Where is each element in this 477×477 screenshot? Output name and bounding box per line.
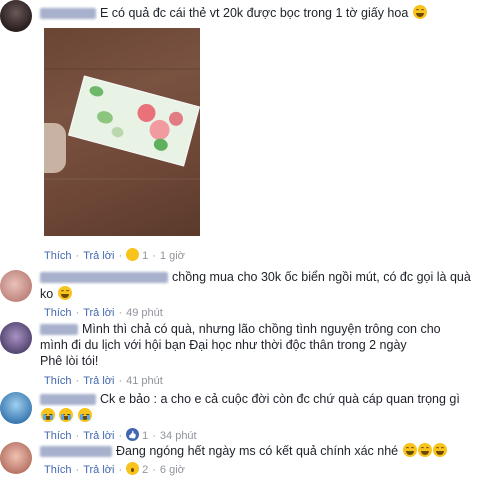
timestamp[interactable]: 34 phút: [160, 430, 197, 442]
comment-text: Đang ngóng hết ngày ms có kết quả chính …: [40, 443, 447, 459]
finger: [44, 123, 66, 173]
comment-text-line-3: Phê lòi tói!: [40, 354, 99, 368]
avatar[interactable]: [0, 392, 32, 424]
comment-actions: Thích·Trả lời·1·34 phút: [44, 428, 197, 443]
crying-laughing-emoji-icon: [59, 408, 74, 422]
like-link[interactable]: Thích: [44, 250, 72, 262]
commenter-name[interactable]: [40, 272, 168, 284]
reply-link[interactable]: Trả lời: [83, 464, 114, 476]
crying-laughing-emoji-icon: [41, 408, 55, 422]
reply-link[interactable]: Trả lời: [83, 375, 114, 387]
laughing-emoji-icon: [432, 443, 447, 457]
reply-link[interactable]: Trả lời: [83, 430, 114, 442]
comment-actions: Thích · Trả lời · 1 · 1 giờ: [44, 248, 185, 262]
reply-link[interactable]: Trả lời: [83, 250, 114, 262]
commenter-name[interactable]: [40, 446, 112, 458]
reaction-count[interactable]: 2: [142, 464, 148, 476]
laughing-emoji-icon: [417, 443, 432, 457]
laugh-reaction-icon[interactable]: [126, 248, 140, 261]
attached-photo[interactable]: [44, 28, 200, 236]
comment-text-line-2: ko: [40, 286, 72, 302]
like-link[interactable]: Thích: [44, 307, 72, 319]
reaction-count[interactable]: 1: [142, 250, 148, 262]
avatar[interactable]: [0, 322, 32, 354]
like-reaction-icon[interactable]: [126, 428, 140, 441]
comment-text-line-2: mình đi du lịch với hội bạn Đại học như …: [40, 338, 407, 352]
commenter-name[interactable]: [40, 324, 78, 336]
comment-text: E có quả đc cái thẻ vt 20k được bọc tron…: [40, 5, 427, 21]
comment-actions: Thích · Trả lời · 49 phút: [44, 307, 163, 319]
comment-text: Mình thì chả có quà, nhưng lão chồng tìn…: [40, 322, 441, 337]
like-link[interactable]: Thích: [44, 430, 72, 442]
crying-laughing-emoji-icon: [77, 408, 92, 422]
like-link[interactable]: Thích: [44, 464, 72, 476]
comment-actions: Thích · Trả lời · 2 · 6 giờ: [44, 462, 185, 476]
timestamp[interactable]: 49 phút: [126, 307, 163, 319]
laughing-emoji-icon: [412, 5, 427, 19]
like-link[interactable]: Thích: [44, 375, 72, 387]
commenter-name[interactable]: [40, 8, 96, 20]
wow-reaction-icon[interactable]: [126, 462, 140, 475]
avatar[interactable]: [0, 442, 32, 474]
timestamp[interactable]: 1 giờ: [160, 250, 185, 262]
avatar[interactable]: [0, 270, 32, 302]
gift-card: [68, 75, 200, 167]
reaction-count[interactable]: 1: [142, 430, 148, 442]
commenter-name[interactable]: [40, 394, 96, 406]
laughing-emoji-icon: [57, 286, 72, 300]
comment-text: Ck e bảo : a cho e cả cuộc đời còn đc ch…: [40, 392, 460, 407]
comment-text-line-2: [40, 408, 92, 424]
laughing-emoji-icon: [402, 443, 417, 457]
reply-link[interactable]: Trả lời: [83, 307, 114, 319]
avatar[interactable]: [0, 0, 32, 32]
comment-text: chồng mua cho 30k ốc biển ngồi mút, có đ…: [40, 270, 471, 285]
timestamp[interactable]: 41 phút: [126, 375, 163, 387]
timestamp[interactable]: 6 giờ: [160, 464, 185, 476]
comment-actions: Thích · Trả lời · 41 phút: [44, 375, 163, 387]
